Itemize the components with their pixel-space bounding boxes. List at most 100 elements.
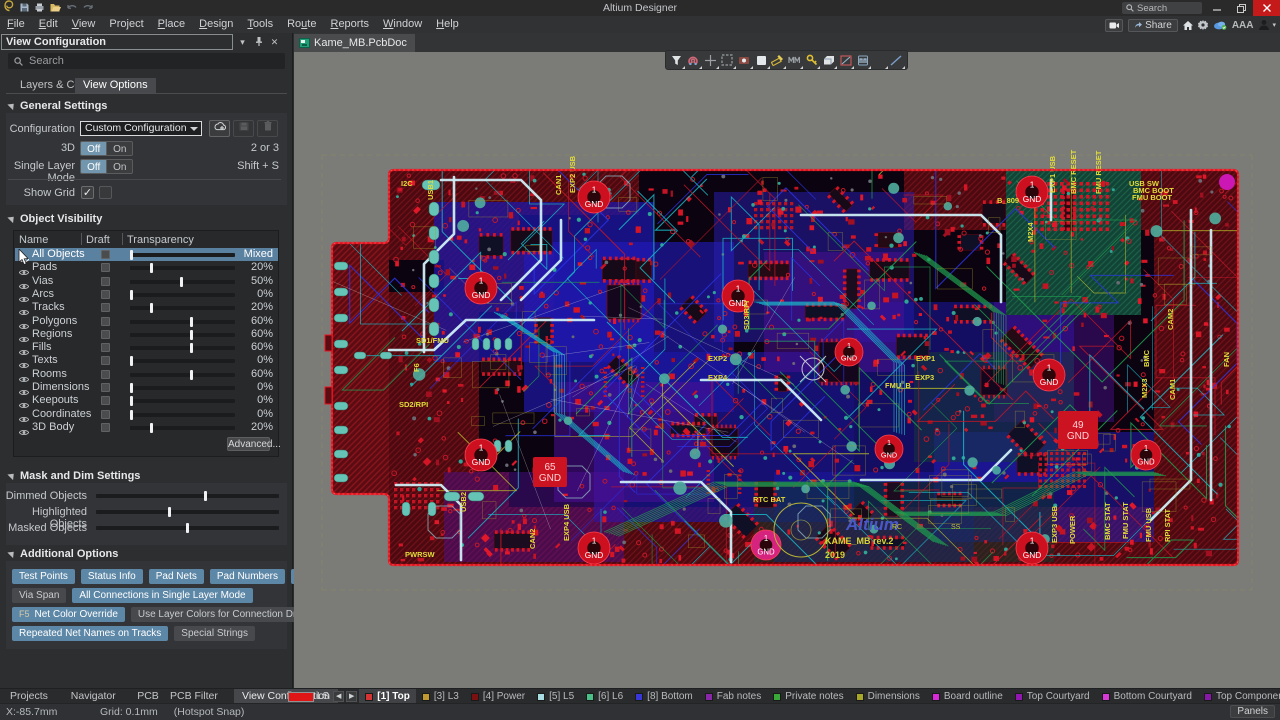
layer-tab-private-notes[interactable]: Private notes <box>767 689 849 704</box>
move-tool-button[interactable] <box>703 53 718 68</box>
object-row-polygons[interactable]: Polygons60% <box>15 315 278 328</box>
option-pad-numbers[interactable]: Pad Numbers <box>210 569 285 584</box>
home-icon[interactable] <box>1183 21 1193 30</box>
share-button[interactable]: Share <box>1128 19 1178 32</box>
slider-handle[interactable] <box>130 250 133 260</box>
transparency-slider[interactable] <box>130 386 235 390</box>
draft-checkbox[interactable] <box>101 317 110 326</box>
dimmed-objects-slider[interactable] <box>96 494 279 498</box>
menu-place[interactable]: Place <box>151 16 193 33</box>
layer-tab-bottom-courtyard[interactable]: Bottom Courtyard <box>1096 689 1198 704</box>
menu-reports[interactable]: Reports <box>323 16 376 33</box>
column-header-transparency[interactable]: Transparency <box>127 234 194 246</box>
menu-file[interactable]: File <box>0 16 32 33</box>
draft-checkbox[interactable] <box>101 396 110 405</box>
masked-objects-slider[interactable] <box>96 526 279 530</box>
pad-tool-button[interactable] <box>737 53 752 68</box>
fill-tool-button[interactable] <box>754 53 769 68</box>
draft-checkbox[interactable] <box>101 343 110 352</box>
slider-handle[interactable] <box>150 423 153 433</box>
object-row-vias[interactable]: Vias50% <box>15 275 278 288</box>
layer-tab--4-power[interactable]: [4] Power <box>465 689 531 704</box>
transparency-slider[interactable] <box>130 253 235 257</box>
filter-tool-button[interactable] <box>669 53 684 68</box>
transparency-slider[interactable] <box>130 280 235 284</box>
menu-edit[interactable]: Edit <box>32 16 65 33</box>
transparency-slider[interactable] <box>130 320 235 324</box>
toggle-off-button[interactable]: Off <box>80 141 106 156</box>
menu-route[interactable]: Route <box>280 16 323 33</box>
panels-button[interactable]: Panels <box>1230 705 1275 718</box>
transparency-slider[interactable] <box>130 293 235 297</box>
panel-dropdown-button[interactable]: ▾ <box>236 36 249 48</box>
toggle-on-button[interactable]: On <box>106 159 133 174</box>
slider-handle[interactable] <box>130 383 133 393</box>
transparency-slider[interactable] <box>130 413 235 417</box>
titlebar-search[interactable]: Search <box>1122 2 1202 14</box>
column-header-draft[interactable]: Draft <box>86 234 110 246</box>
slider-handle[interactable] <box>150 303 153 313</box>
key-tool-button[interactable] <box>804 53 819 68</box>
menu-window[interactable]: Window <box>376 16 429 33</box>
option-special-strings[interactable]: Special Strings <box>174 626 255 641</box>
slider-handle[interactable] <box>204 491 207 501</box>
bottom-tab-projects[interactable]: Projects <box>2 689 56 704</box>
gear-icon[interactable] <box>1198 20 1208 30</box>
object-row-texts[interactable]: Texts0% <box>15 354 278 367</box>
slider-handle[interactable] <box>130 290 133 300</box>
pcb-editor-canvas[interactable]: 1GND1GND1GND1GND1GND1GND1GND1GND1GND1GND… <box>294 52 1280 688</box>
column-header-name[interactable]: Name <box>19 234 48 246</box>
text-string-tool-button[interactable] <box>872 53 887 68</box>
transparency-slider[interactable] <box>130 399 235 403</box>
highlighted-objects-slider[interactable] <box>96 510 279 514</box>
visibility-eye-button[interactable] <box>19 423 29 441</box>
slider-handle[interactable] <box>130 396 133 406</box>
object-row-coordinates[interactable]: Coordinates0% <box>15 408 278 421</box>
layer-tab-board-outline[interactable]: Board outline <box>926 689 1009 704</box>
menu-project[interactable]: Project <box>102 16 150 33</box>
draft-checkbox[interactable] <box>101 356 110 365</box>
user-avatar[interactable]: ▾ <box>1258 19 1276 31</box>
measure-tool-button[interactable] <box>770 53 785 68</box>
bottom-tab-navigator[interactable]: Navigator <box>63 689 124 704</box>
slider-handle[interactable] <box>150 263 153 273</box>
draft-checkbox[interactable] <box>101 383 110 392</box>
draft-checkbox[interactable] <box>101 423 110 432</box>
option-test-points[interactable]: Test Points <box>12 569 75 584</box>
bottom-tab-pcb-filter[interactable]: PCB Filter <box>162 689 226 704</box>
object-row-keepouts[interactable]: Keepouts0% <box>15 394 278 407</box>
transparency-slider[interactable] <box>130 266 235 270</box>
transparency-slider[interactable] <box>130 373 235 377</box>
option-all-connections-in-single-layer-mode[interactable]: All Connections in Single Layer Mode <box>72 588 252 603</box>
object-row-arcs[interactable]: Arcs0% <box>15 288 278 301</box>
layer-tab--5-l5[interactable]: [5] L5 <box>531 689 580 704</box>
layer-tab--1-top[interactable]: [1] Top <box>359 689 416 704</box>
slider-handle[interactable] <box>130 356 133 366</box>
layer-scroll-right-button[interactable]: ▶ <box>346 691 357 702</box>
grid-color-box[interactable] <box>99 186 112 199</box>
configuration-select[interactable]: Custom Configuration <box>80 121 202 136</box>
option-net-color-override[interactable]: F5Net Color Override <box>12 607 125 622</box>
polygon-tool-button[interactable] <box>821 53 836 68</box>
object-row-dimensions[interactable]: Dimensions0% <box>15 381 278 394</box>
section-object-visibility[interactable]: Object Visibility <box>8 213 102 225</box>
toggle-off-button[interactable]: Off <box>80 159 106 174</box>
section-mask-and-dim[interactable]: Mask and Dim Settings <box>8 470 140 482</box>
slider-handle[interactable] <box>190 330 193 340</box>
object-row-rooms[interactable]: Rooms60% <box>15 368 278 381</box>
panel-header[interactable]: View Configuration <box>1 34 233 50</box>
layer-tab--3-l3[interactable]: [3] L3 <box>416 689 465 704</box>
panel-pin-button[interactable] <box>252 36 265 48</box>
transparency-slider[interactable] <box>130 333 235 337</box>
draft-checkbox[interactable] <box>101 330 110 339</box>
minimize-button[interactable] <box>1206 0 1228 16</box>
draft-checkbox[interactable] <box>101 410 110 419</box>
region-tool-button[interactable] <box>838 53 853 68</box>
draft-checkbox[interactable] <box>101 370 110 379</box>
object-row-tracks[interactable]: Tracks20% <box>15 301 278 314</box>
advanced-button[interactable]: Advanced... <box>227 437 270 451</box>
select-area-tool-button[interactable] <box>720 53 735 68</box>
layer-tab-top-courtyard[interactable]: Top Courtyard <box>1009 689 1096 704</box>
option-via-span[interactable]: Via Span <box>12 588 66 603</box>
add-configuration-button[interactable] <box>209 120 230 137</box>
